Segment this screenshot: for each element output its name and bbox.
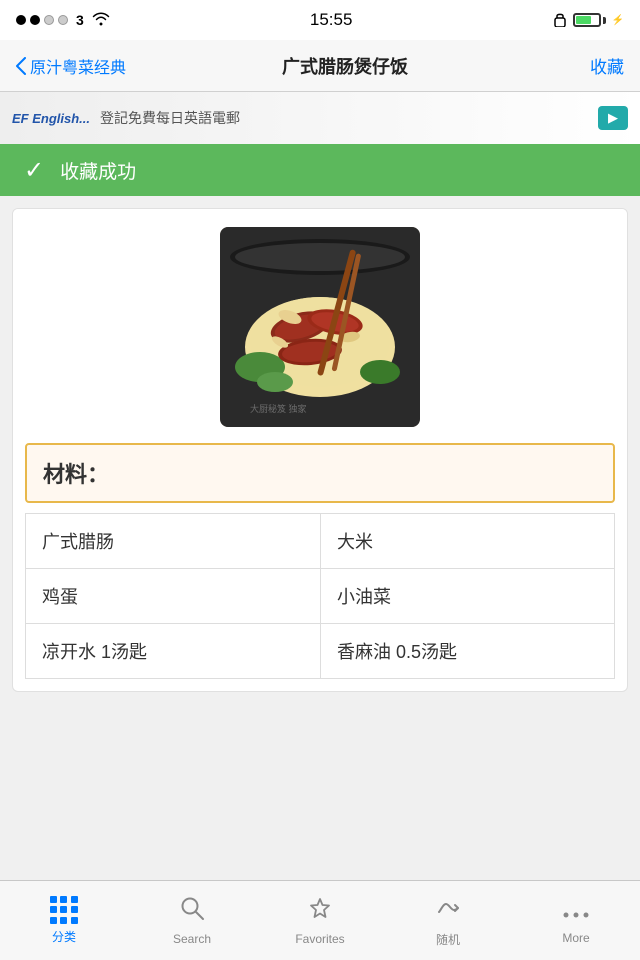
ingredients-header: 材料：: [25, 443, 615, 503]
signal-dots: [16, 15, 68, 25]
ef-btn-label: ▶: [608, 110, 618, 126]
ingredient-egg: 鸡蛋: [25, 568, 320, 623]
ad-banner[interactable]: EF English... 登記免費每日英語電郵 ▶: [0, 92, 640, 144]
lock-icon: [553, 11, 567, 30]
check-icon: ✓: [24, 156, 44, 185]
success-message: 收藏成功: [60, 157, 136, 184]
tab-more[interactable]: More: [512, 881, 640, 960]
random-icon: [435, 894, 461, 927]
recipe-card: 大厨秘笈 独家 材料： 广式腊肠 大米 鸡蛋 小油菜 凉开水 1汤匙 香麻油 0…: [12, 208, 628, 692]
ef-ad-button[interactable]: ▶: [598, 106, 628, 130]
tab-more-label: More: [562, 931, 589, 945]
tab-random-label: 随机: [436, 931, 460, 948]
tab-categories-label: 分类: [52, 928, 76, 945]
page-title: 广式腊肠煲仔饭: [126, 53, 564, 79]
back-label: 原汁粤菜经典: [30, 54, 126, 78]
wifi-icon: [92, 12, 110, 29]
tab-bar: 分类 Search Favorites 随机: [0, 880, 640, 960]
success-notification: ✓ 收藏成功: [0, 144, 640, 196]
dot-2: [30, 15, 40, 25]
ingredients-grid: 广式腊肠 大米 鸡蛋 小油菜 凉开水 1汤匙 香麻油 0.5汤匙: [25, 513, 615, 679]
nav-bar: 原汁粤菜经典 广式腊肠煲仔饭 收藏: [0, 40, 640, 92]
tab-favorites[interactable]: Favorites: [256, 881, 384, 960]
time-display: 15:55: [310, 10, 353, 30]
ingredient-water: 凉开水 1汤匙: [25, 623, 320, 679]
svg-text:大厨秘笈 独家: 大厨秘笈 独家: [250, 403, 307, 414]
tab-categories[interactable]: 分类: [0, 881, 128, 960]
search-icon: [179, 895, 205, 928]
charging-icon: ⚡: [612, 15, 624, 26]
categories-icon: [50, 896, 78, 924]
tab-random[interactable]: 随机: [384, 881, 512, 960]
tab-search[interactable]: Search: [128, 881, 256, 960]
ef-ad-text: 登記免費每日英語電郵: [100, 108, 240, 128]
ef-logo: EF English...: [12, 111, 90, 126]
tab-search-label: Search: [173, 932, 211, 946]
ingredient-greens: 小油菜: [320, 568, 615, 623]
favorites-icon: [307, 895, 333, 928]
battery-indicator: [573, 13, 606, 27]
ingredient-guangchangsausage: 广式腊肠: [25, 513, 320, 568]
dish-image: 大厨秘笈 独家: [220, 227, 420, 427]
dot-3: [44, 15, 54, 25]
status-left: 3: [16, 12, 110, 29]
tab-favorites-label: Favorites: [295, 932, 344, 946]
dot-1: [16, 15, 26, 25]
dish-image-wrapper: 大厨秘笈 独家: [13, 209, 627, 443]
favorite-button[interactable]: 收藏: [564, 53, 624, 78]
ingredient-oil: 香麻油 0.5汤匙: [320, 623, 615, 679]
dot-4: [58, 15, 68, 25]
carrier-label: 3: [76, 12, 84, 28]
more-icon: [563, 896, 589, 927]
back-button[interactable]: 原汁粤菜经典: [16, 54, 126, 78]
status-bar: 3 15:55 ⚡: [0, 0, 640, 40]
status-right: ⚡: [553, 11, 624, 30]
ingredient-rice: 大米: [320, 513, 615, 568]
